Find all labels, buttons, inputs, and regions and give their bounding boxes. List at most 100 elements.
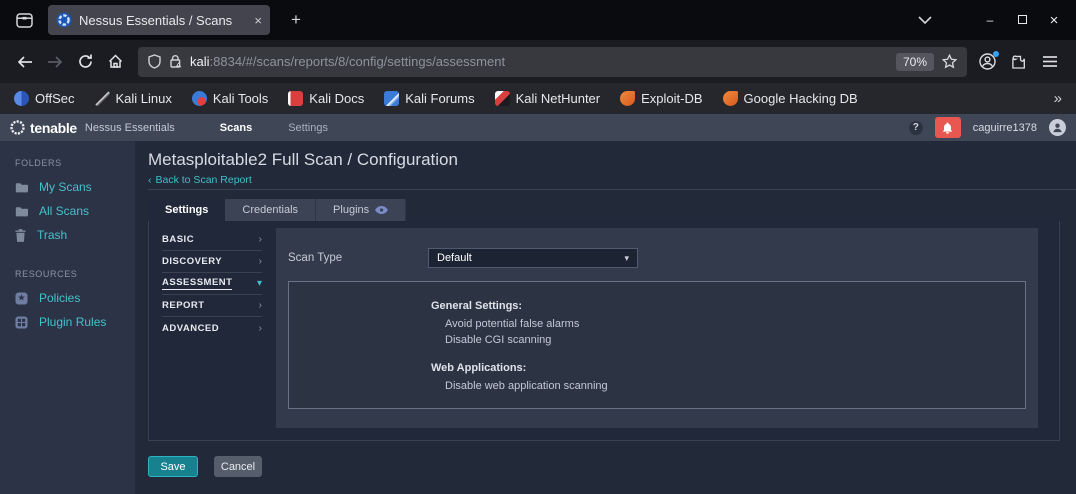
new-tab-button[interactable]: + bbox=[284, 10, 308, 30]
browser-window: Nessus Essentials / Scans × + – × kali:8… bbox=[0, 0, 1076, 494]
tab-list-chevron-icon[interactable] bbox=[918, 16, 932, 24]
settings-nav-label: DISCOVERY bbox=[162, 256, 223, 267]
account-icon[interactable] bbox=[979, 51, 999, 70]
nessus-header-right: ? caguirre1378 bbox=[908, 117, 1066, 138]
bookmark-kali-tools[interactable]: Kali Tools bbox=[191, 91, 269, 106]
zoom-level-badge[interactable]: 70% bbox=[895, 52, 934, 71]
reload-icon[interactable] bbox=[70, 47, 100, 77]
back-to-scan-report-link[interactable]: ‹ Back to Scan Report bbox=[148, 174, 1076, 186]
help-icon[interactable]: ? bbox=[908, 120, 923, 135]
page-title: Metasploitable2 Full Scan / Configuratio… bbox=[148, 150, 458, 169]
bookmark-label: Exploit-DB bbox=[641, 91, 703, 106]
browser-titlebar: Nessus Essentials / Scans × + – × bbox=[0, 0, 1076, 40]
tenable-logo[interactable]: tenable Nessus Essentials bbox=[10, 120, 175, 136]
settings-summary-box: General Settings: Avoid potential false … bbox=[288, 281, 1026, 409]
bookmark-label: OffSec bbox=[35, 91, 75, 106]
settings-nav-report[interactable]: REPORT › bbox=[162, 295, 262, 317]
tab-title: Nessus Essentials / Scans bbox=[79, 12, 233, 28]
user-avatar-icon[interactable] bbox=[1049, 119, 1066, 136]
scan-type-dropdown[interactable]: Default ▾ bbox=[428, 248, 638, 268]
username[interactable]: caguirre1378 bbox=[973, 122, 1037, 134]
tenable-ring-icon bbox=[10, 120, 25, 135]
kali-nethunter-icon bbox=[494, 91, 510, 106]
url-text[interactable]: kali:8834/#/scans/reports/8/config/setti… bbox=[190, 54, 888, 69]
bookmark-label: Kali NetHunter bbox=[515, 91, 601, 106]
shield-icon[interactable] bbox=[148, 54, 161, 69]
minimize-button[interactable]: – bbox=[974, 13, 1006, 27]
tab-settings[interactable]: Settings bbox=[148, 199, 226, 221]
bookmark-label: Kali Tools bbox=[212, 91, 269, 106]
nessus-favicon bbox=[56, 12, 72, 28]
summary-item: Disable web application scanning bbox=[445, 380, 608, 392]
settings-nav-label: ADVANCED bbox=[162, 322, 220, 334]
summary-group-general: General Settings: Avoid potential false … bbox=[431, 300, 1025, 348]
summary-item: Disable CGI scanning bbox=[445, 334, 552, 346]
settings-nav-advanced[interactable]: ADVANCED › bbox=[162, 317, 262, 339]
folder-icon bbox=[15, 206, 28, 217]
tab-credentials[interactable]: Credentials bbox=[225, 199, 317, 221]
sidebar-section-resources: RESOURCES bbox=[15, 269, 78, 279]
settings-nav-basic[interactable]: BASIC › bbox=[162, 229, 262, 251]
exploit-db-icon bbox=[620, 91, 636, 106]
bookmark-exploit-db[interactable]: Exploit-DB bbox=[620, 91, 703, 106]
nav-scans[interactable]: Scans bbox=[220, 122, 252, 134]
sidebar-item-all-scans[interactable]: All Scans bbox=[0, 199, 135, 223]
sidebar-item-trash[interactable]: Trash bbox=[0, 223, 135, 247]
chevron-right-icon: › bbox=[258, 234, 262, 245]
settings-nav-discovery[interactable]: DISCOVERY › bbox=[162, 251, 262, 273]
trash-icon bbox=[15, 228, 26, 242]
browser-toolbar: kali:8834/#/scans/reports/8/config/setti… bbox=[0, 40, 1076, 83]
forward-icon[interactable] bbox=[40, 47, 70, 77]
chevron-right-icon: › bbox=[258, 256, 262, 267]
settings-nav-assessment[interactable]: ASSESSMENT ▾ bbox=[162, 273, 262, 295]
sidebar-item-policies[interactable]: Policies bbox=[0, 286, 135, 310]
settings-nav-label: REPORT bbox=[162, 300, 205, 311]
chevron-right-icon: › bbox=[258, 322, 262, 334]
save-button[interactable]: Save bbox=[148, 456, 198, 477]
lock-warning-icon[interactable] bbox=[169, 54, 182, 69]
bookmark-google-hacking-db[interactable]: Google Hacking DB bbox=[722, 91, 858, 106]
browser-tab[interactable]: Nessus Essentials / Scans × bbox=[48, 5, 270, 35]
bookmark-kali-linux[interactable]: Kali Linux bbox=[94, 91, 172, 106]
chevron-right-icon: › bbox=[258, 300, 262, 311]
bookmarks-overflow-icon[interactable]: » bbox=[1054, 90, 1062, 107]
maximize-button[interactable] bbox=[1006, 13, 1038, 27]
toolbar-right bbox=[979, 51, 1058, 70]
folder-icon bbox=[15, 182, 28, 193]
extensions-puzzle-icon[interactable] bbox=[1011, 54, 1027, 70]
scan-type-value: Default bbox=[437, 252, 472, 264]
brand-product: Nessus Essentials bbox=[84, 121, 175, 134]
sidebar-item-my-scans[interactable]: My Scans bbox=[0, 175, 135, 199]
bookmark-label: Kali Forums bbox=[405, 91, 475, 106]
maximize-icon bbox=[1017, 15, 1027, 24]
notifications-bell-button[interactable] bbox=[934, 117, 961, 138]
back-icon[interactable] bbox=[10, 47, 40, 77]
plugin-rules-grid-icon bbox=[15, 315, 28, 329]
dropdown-caret-icon: ▾ bbox=[624, 252, 629, 263]
kali-forums-icon bbox=[384, 91, 400, 106]
firefox-view-icon[interactable] bbox=[12, 8, 36, 32]
nav-settings[interactable]: Settings bbox=[288, 122, 328, 134]
kali-tools-icon bbox=[191, 91, 207, 106]
url-bar[interactable]: kali:8834/#/scans/reports/8/config/setti… bbox=[138, 46, 967, 77]
settings-nav-label: ASSESSMENT bbox=[162, 277, 233, 290]
bookmark-kali-docs[interactable]: Kali Docs bbox=[288, 91, 364, 106]
scan-type-row: Scan Type Default ▾ bbox=[276, 228, 1038, 268]
eye-icon bbox=[375, 206, 389, 214]
home-icon[interactable] bbox=[100, 47, 130, 77]
sidebar-item-plugin-rules[interactable]: Plugin Rules bbox=[0, 310, 135, 334]
url-host: kali bbox=[190, 54, 210, 69]
bookmark-offsec[interactable]: OffSec bbox=[14, 91, 75, 106]
summary-heading: General Settings: bbox=[431, 300, 523, 312]
close-button[interactable]: × bbox=[1038, 12, 1070, 29]
tab-plugins[interactable]: Plugins bbox=[316, 199, 407, 221]
bookmark-kali-nethunter[interactable]: Kali NetHunter bbox=[494, 91, 601, 106]
url-path: :8834/#/scans/reports/8/config/settings/… bbox=[209, 54, 506, 69]
bookmark-star-icon[interactable] bbox=[942, 54, 957, 69]
tab-close-icon[interactable]: × bbox=[254, 13, 262, 28]
bookmark-kali-forums[interactable]: Kali Forums bbox=[384, 91, 475, 106]
summary-item: Avoid potential false alarms bbox=[445, 318, 580, 330]
bookmarks-bar: OffSec Kali Linux Kali Tools Kali Docs K… bbox=[0, 83, 1076, 114]
cancel-button[interactable]: Cancel bbox=[214, 456, 262, 477]
menu-hamburger-icon[interactable] bbox=[1042, 55, 1058, 68]
